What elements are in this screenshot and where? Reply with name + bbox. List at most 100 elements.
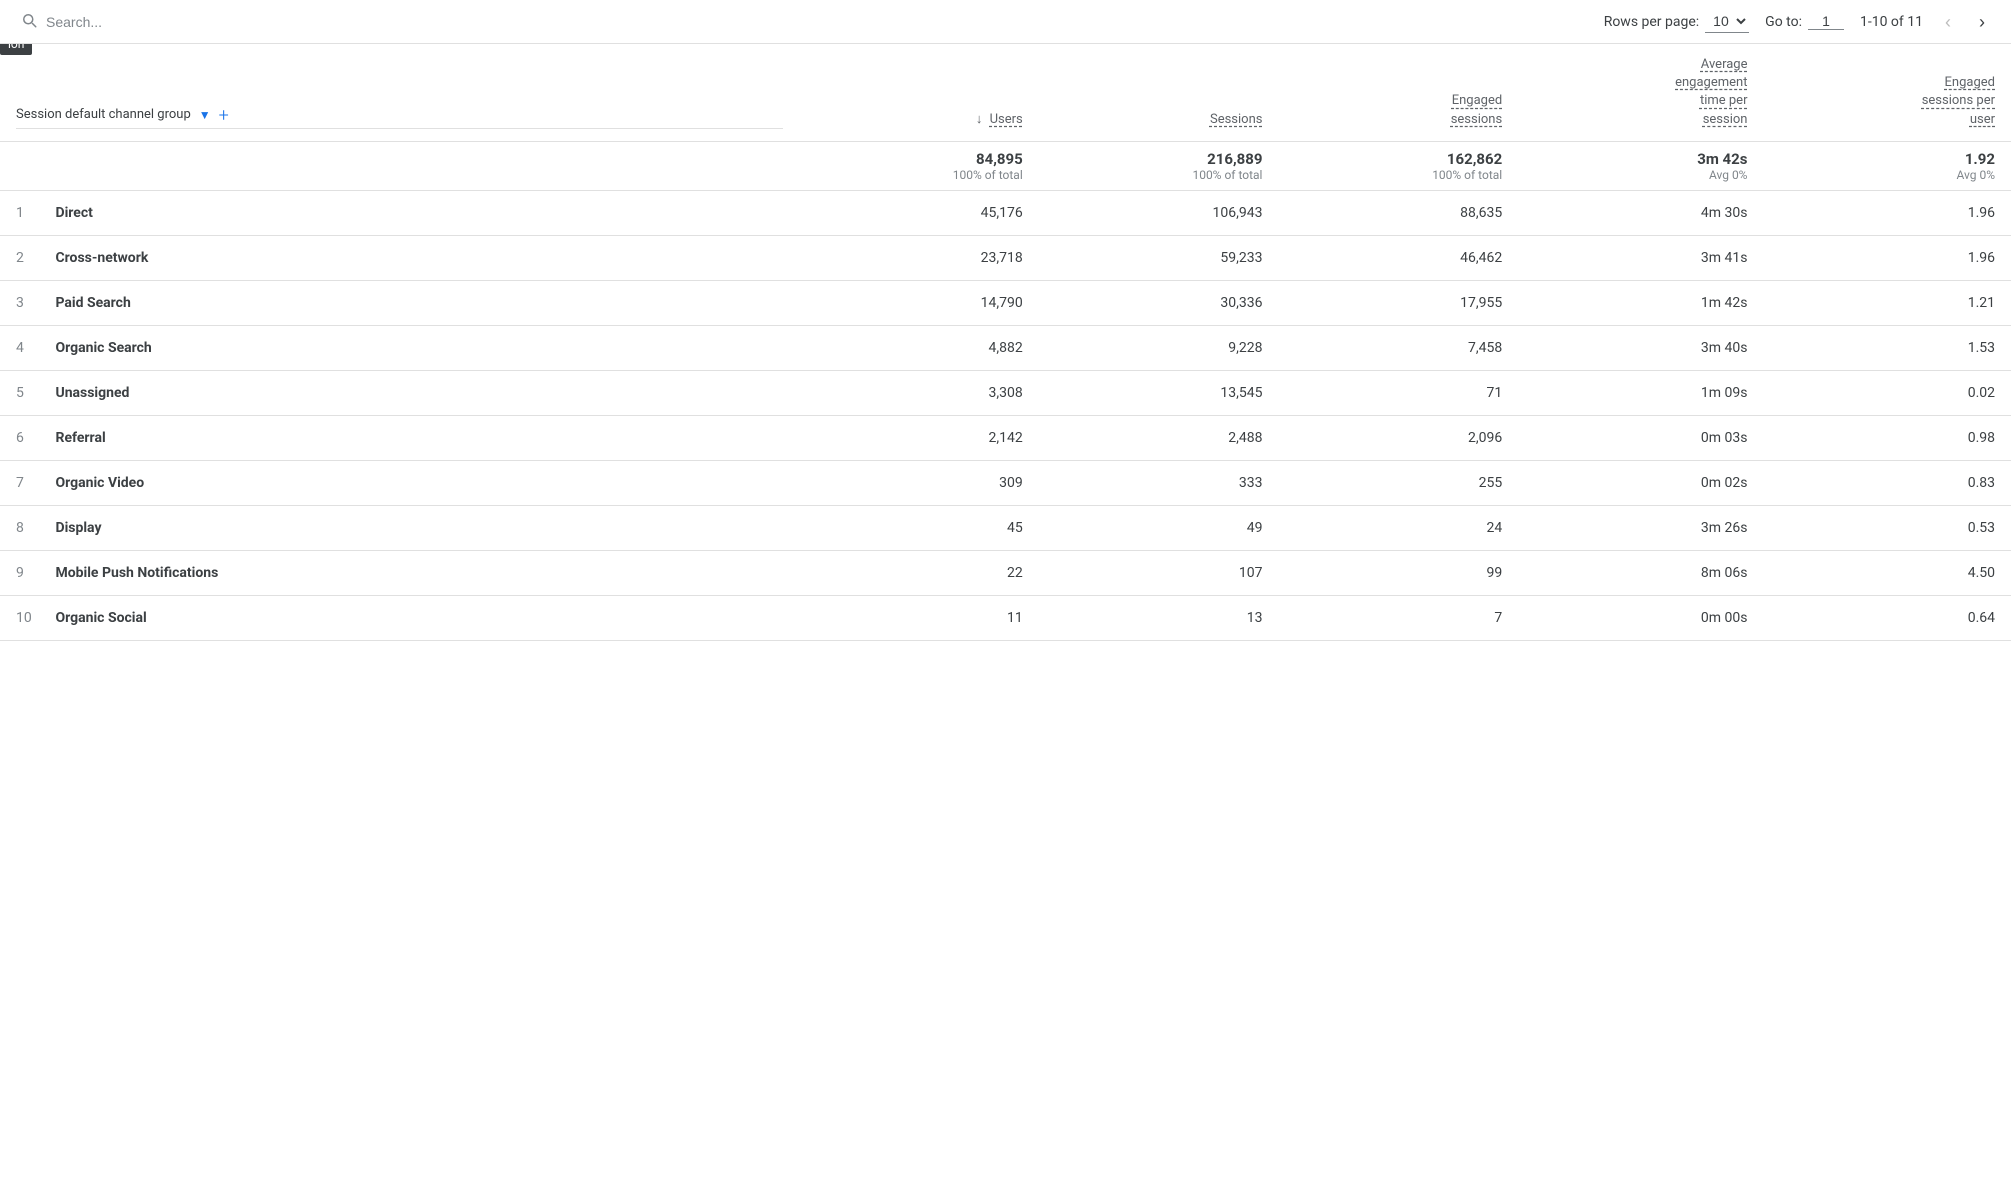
row-name[interactable]: Paid Search <box>55 295 130 311</box>
row-avg-engagement-cell: 3m 26s <box>1518 505 1763 550</box>
row-engaged-per-user-cell: 0.02 <box>1763 370 2011 415</box>
row-dimension-cell: 6 Referral <box>0 415 799 460</box>
row-sessions-cell: 2,488 <box>1039 415 1279 460</box>
toolbar: Rows per page: 10 25 50 Go to: 1-10 of 1… <box>0 0 2011 44</box>
dimension-label: Session default channel group <box>16 106 191 124</box>
add-dimension-button[interactable]: + <box>219 103 229 128</box>
users-column-header[interactable]: ↓ Users <box>799 44 1039 141</box>
sessions-column-header[interactable]: Sessions <box>1039 44 1279 141</box>
goto-input[interactable] <box>1808 13 1844 30</box>
row-avg-engagement-cell: 0m 03s <box>1518 415 1763 460</box>
row-number: 7 <box>16 475 36 491</box>
row-engaged-sessions-cell: 24 <box>1278 505 1518 550</box>
row-avg-engagement-cell: 1m 42s <box>1518 280 1763 325</box>
row-number: 1 <box>16 205 36 221</box>
row-engaged-sessions-cell: 2,096 <box>1278 415 1518 460</box>
totals-sessions-cell: 216,889 100% of total <box>1039 141 1279 190</box>
row-sessions-cell: 333 <box>1039 460 1279 505</box>
row-name[interactable]: Direct <box>55 205 92 221</box>
pagination-controls: Rows per page: 10 25 50 Go to: 1-10 of 1… <box>1604 10 1991 33</box>
row-name[interactable]: Organic Search <box>55 340 151 356</box>
row-avg-engagement-cell: 4m 30s <box>1518 190 1763 235</box>
page-info: 1-10 of 11 <box>1860 14 1923 30</box>
row-avg-engagement-cell: 3m 41s <box>1518 235 1763 280</box>
row-name[interactable]: Cross-network <box>55 250 148 266</box>
row-dimension-cell: 1 Direct <box>0 190 799 235</box>
row-name[interactable]: Display <box>55 520 101 536</box>
row-users-cell: 4,882 <box>799 325 1039 370</box>
row-avg-engagement-cell: 8m 06s <box>1518 550 1763 595</box>
row-name[interactable]: Organic Social <box>55 610 146 626</box>
totals-users-cell: 84,895 100% of total <box>799 141 1039 190</box>
dimension-filter-icon[interactable]: ▼ <box>199 107 211 124</box>
search-input[interactable] <box>46 14 266 30</box>
row-dimension-cell: 2 Cross-network <box>0 235 799 280</box>
row-avg-engagement-cell: 0m 00s <box>1518 595 1763 640</box>
dimension-column-header: Session default channel group ▼ + <box>0 44 799 141</box>
table-row: 6 Referral 2,142 2,488 2,096 0m 03s 0.98 <box>0 415 2011 460</box>
row-engaged-sessions-cell: 71 <box>1278 370 1518 415</box>
row-engaged-sessions-cell: 46,462 <box>1278 235 1518 280</box>
row-dimension-cell: 10 Organic Social <box>0 595 799 640</box>
row-name[interactable]: Mobile Push Notifications <box>55 565 218 581</box>
engaged-sessions-label: Engagedsessions <box>1451 93 1503 126</box>
row-users-cell: 45,176 <box>799 190 1039 235</box>
row-engaged-per-user-cell: 1.21 <box>1763 280 2011 325</box>
table-row: 10 Organic Social 11 13 7 0m 00s 0.64 <box>0 595 2011 640</box>
row-engaged-per-user-cell: 0.64 <box>1763 595 2011 640</box>
row-engaged-sessions-cell: 88,635 <box>1278 190 1518 235</box>
row-engaged-per-user-cell: 0.98 <box>1763 415 2011 460</box>
row-avg-engagement-cell: 0m 02s <box>1518 460 1763 505</box>
totals-engaged-per-user-cell: 1.92 Avg 0% <box>1763 141 2011 190</box>
row-name[interactable]: Unassigned <box>55 385 129 401</box>
totals-engaged-sessions-cell: 162,862 100% of total <box>1278 141 1518 190</box>
row-sessions-cell: 49 <box>1039 505 1279 550</box>
row-engaged-sessions-cell: 99 <box>1278 550 1518 595</box>
next-page-button[interactable]: › <box>1973 11 1991 33</box>
data-table: Session default channel group ▼ + ↓ User… <box>0 44 2011 641</box>
row-name[interactable]: Organic Video <box>55 475 144 491</box>
row-engaged-sessions-cell: 255 <box>1278 460 1518 505</box>
row-avg-engagement-cell: 1m 09s <box>1518 370 1763 415</box>
row-name[interactable]: Referral <box>55 430 105 446</box>
engaged-per-user-label: Engagedsessions peruser <box>1922 75 1995 126</box>
prev-page-button[interactable]: ‹ <box>1939 11 1957 33</box>
rows-per-page-label: Rows per page: <box>1604 14 1699 30</box>
table-row: 4 Organic Search 4,882 9,228 7,458 3m 40… <box>0 325 2011 370</box>
tooltip-tag: ion <box>0 44 32 55</box>
rows-per-page-select[interactable]: 10 25 50 <box>1705 10 1749 33</box>
row-engaged-per-user-cell: 0.83 <box>1763 460 2011 505</box>
engaged-per-user-column-header[interactable]: Engagedsessions peruser <box>1763 44 2011 141</box>
avg-engagement-column-header[interactable]: Averageengagementtime persession <box>1518 44 1763 141</box>
row-users-cell: 14,790 <box>799 280 1039 325</box>
row-sessions-cell: 13 <box>1039 595 1279 640</box>
row-number: 8 <box>16 520 36 536</box>
row-engaged-per-user-cell: 1.96 <box>1763 190 2011 235</box>
table-row: 1 Direct 45,176 106,943 88,635 4m 30s 1.… <box>0 190 2011 235</box>
row-number: 4 <box>16 340 36 356</box>
row-users-cell: 23,718 <box>799 235 1039 280</box>
row-sessions-cell: 30,336 <box>1039 280 1279 325</box>
row-engaged-per-user-cell: 1.53 <box>1763 325 2011 370</box>
row-engaged-sessions-cell: 7,458 <box>1278 325 1518 370</box>
table-row: 7 Organic Video 309 333 255 0m 02s 0.83 <box>0 460 2011 505</box>
row-dimension-cell: 8 Display <box>0 505 799 550</box>
search-icon <box>20 11 38 33</box>
table-row: 5 Unassigned 3,308 13,545 71 1m 09s 0.02 <box>0 370 2011 415</box>
goto-label: Go to: <box>1765 14 1802 30</box>
totals-dimension-cell <box>0 141 799 190</box>
sort-down-icon: ↓ <box>976 111 983 129</box>
avg-engagement-label: Averageengagementtime persession <box>1675 57 1747 127</box>
row-dimension-cell: 9 Mobile Push Notifications <box>0 550 799 595</box>
engaged-sessions-column-header[interactable]: Engagedsessions <box>1278 44 1518 141</box>
row-engaged-per-user-cell: 4.50 <box>1763 550 2011 595</box>
row-users-cell: 45 <box>799 505 1039 550</box>
row-engaged-per-user-cell: 0.53 <box>1763 505 2011 550</box>
table-row: 8 Display 45 49 24 3m 26s 0.53 <box>0 505 2011 550</box>
row-users-cell: 2,142 <box>799 415 1039 460</box>
row-engaged-sessions-cell: 7 <box>1278 595 1518 640</box>
table-row: 2 Cross-network 23,718 59,233 46,462 3m … <box>0 235 2011 280</box>
goto-box: Go to: <box>1765 13 1844 30</box>
row-engaged-sessions-cell: 17,955 <box>1278 280 1518 325</box>
search-box <box>20 11 266 33</box>
